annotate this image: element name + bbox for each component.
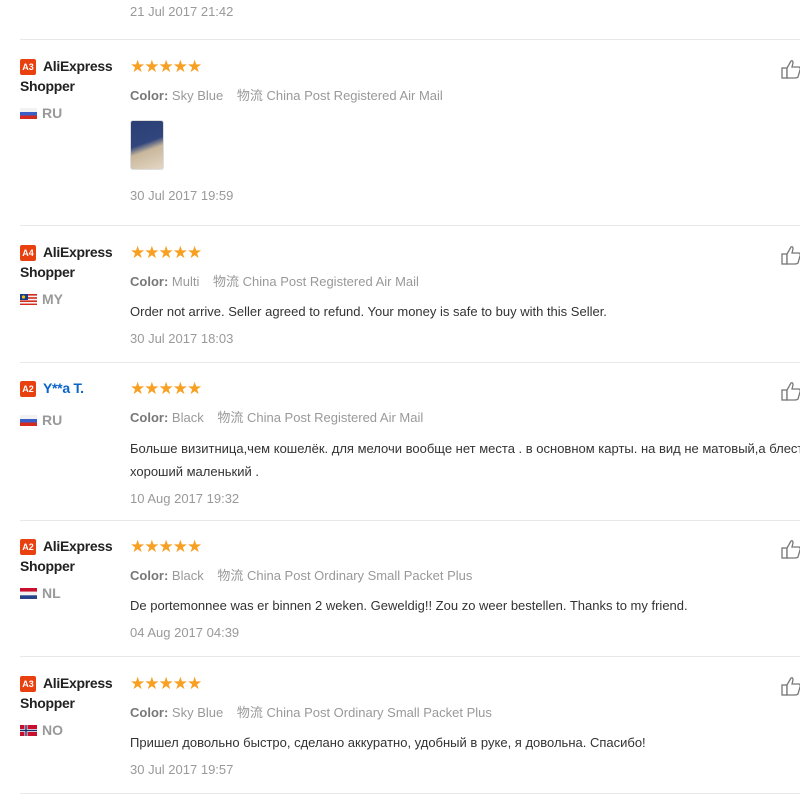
logistics-value: China Post Ordinary Small Packet Plus — [246, 568, 473, 583]
reviewer-info: A2 Y**a T. RU — [20, 380, 120, 428]
review-content: ★★★★★ Color: Black 物流 China Post Registe… — [130, 379, 800, 507]
reviewer-name-line2: Shopper — [20, 695, 75, 711]
flag-ru-icon — [20, 414, 37, 426]
country-code: RU — [42, 412, 63, 428]
color-label: Color: — [130, 705, 169, 720]
thumbs-up-icon[interactable] — [780, 538, 800, 560]
color-label: Color: — [130, 568, 169, 583]
logistics-label: 物流 — [217, 410, 244, 425]
order-info: Color: Sky Blue 物流 China Post Ordinary S… — [130, 702, 800, 721]
order-info: Color: Sky Blue 物流 China Post Registered… — [130, 85, 800, 104]
reviewer-name-line2: Shopper — [20, 558, 75, 574]
review-content: ★★★★★ Color: Black 物流 China Post Ordinar… — [130, 537, 800, 641]
color-value: Black — [171, 568, 204, 583]
star-rating: ★★★★★ — [130, 243, 202, 262]
reviewer-country: MY — [20, 291, 120, 307]
reviewer-name: AliExpress — [43, 58, 113, 74]
logistics-label: 物流 — [212, 274, 239, 289]
divider — [20, 656, 800, 657]
logistics-label: 物流 — [236, 705, 263, 720]
review-content: ★★★★★ Color: Multi 物流 China Post Registe… — [130, 243, 800, 347]
country-code: RU — [42, 105, 63, 121]
review-date: 30 Jul 2017 19:57 — [130, 762, 234, 777]
reviewer-name-line2: Shopper — [20, 78, 75, 94]
reviewer-name: AliExpress — [43, 675, 113, 691]
reviewer-name: AliExpress — [43, 538, 113, 554]
divider — [20, 39, 800, 40]
logistics-value: China Post Ordinary Small Packet Plus — [266, 705, 492, 720]
star-rating: ★★★★★ — [130, 379, 202, 398]
buyer-level-badge: A2 — [20, 539, 36, 555]
buyer-level-badge: A3 — [20, 59, 36, 75]
thumbs-up-icon[interactable] — [780, 675, 800, 697]
logistics-value: China Post Registered Air Mail — [242, 274, 419, 289]
flag-my-icon — [20, 293, 37, 305]
color-label: Color: — [130, 410, 169, 425]
reviewer-country: NO — [20, 722, 120, 738]
reviewer-info: A2 AliExpress Shopper NL — [20, 538, 120, 601]
review-text-line: хороший маленький . — [130, 464, 259, 479]
reviewer-country: NL — [20, 585, 120, 601]
previous-review-date: 21 Jul 2017 21:42 — [130, 4, 234, 19]
reviewer-info: A3 AliExpress Shopper RU — [20, 58, 120, 121]
reviewer-info: A3 AliExpress Shopper NO — [20, 675, 120, 738]
flag-nl-icon — [20, 587, 37, 599]
logistics-label: 物流 — [236, 88, 263, 103]
color-value: Multi — [171, 274, 200, 289]
logistics-label: 物流 — [217, 568, 244, 583]
review-feed: 21 Jul 2017 21:42 A3 AliExpress Shopper … — [0, 0, 800, 800]
divider — [20, 520, 800, 521]
review-date: 04 Aug 2017 04:39 — [130, 625, 240, 640]
divider — [20, 793, 800, 794]
review-photo-thumbnail[interactable] — [130, 120, 164, 170]
review-content: ★★★★★ Color: Sky Blue 物流 China Post Regi… — [130, 58, 800, 203]
buyer-level-badge: A2 — [20, 381, 36, 397]
color-label: Color: — [130, 274, 169, 289]
divider — [20, 362, 800, 363]
reviewer-name: AliExpress — [43, 244, 113, 260]
review-text: Order not arrive. Seller agreed to refun… — [130, 304, 607, 319]
review-content: ★★★★★ Color: Sky Blue 物流 China Post Ordi… — [130, 674, 800, 778]
thumbs-up-icon[interactable] — [780, 380, 800, 402]
reviewer-name[interactable]: Y**a T. — [43, 380, 84, 396]
review-text-line: Больше визитница,чем кошелёк. для мелочи… — [130, 441, 800, 456]
review-text: Пришел довольно быстро, сделано аккуратн… — [130, 735, 646, 750]
star-rating: ★★★★★ — [130, 537, 202, 556]
reviewer-info: A4 AliExpress Shopper MY — [20, 244, 120, 307]
star-rating: ★★★★★ — [130, 674, 202, 693]
color-value: Black — [171, 410, 204, 425]
color-value: Sky Blue — [171, 88, 224, 103]
divider — [20, 225, 800, 226]
order-info: Color: Black 物流 China Post Registered Ai… — [130, 407, 800, 426]
reviewer-name-line2: Shopper — [20, 264, 75, 280]
review-date: 10 Aug 2017 19:32 — [130, 491, 240, 506]
country-code: MY — [42, 291, 63, 307]
flag-no-icon — [20, 724, 37, 736]
review-text: De portemonnee was er binnen 2 weken. Ge… — [130, 598, 688, 613]
color-label: Color: — [130, 88, 169, 103]
country-code: NL — [42, 585, 61, 601]
order-info: Color: Black 物流 China Post Ordinary Smal… — [130, 565, 800, 584]
logistics-value: China Post Registered Air Mail — [246, 410, 424, 425]
reviewer-country: RU — [20, 105, 120, 121]
buyer-level-badge: A3 — [20, 676, 36, 692]
logistics-value: China Post Registered Air Mail — [266, 88, 443, 103]
thumbs-up-icon[interactable] — [780, 58, 800, 80]
flag-ru-icon — [20, 107, 37, 119]
color-value: Sky Blue — [171, 705, 224, 720]
reviewer-country: RU — [20, 412, 120, 428]
review-date: 30 Jul 2017 18:03 — [130, 331, 234, 346]
review-text: Больше визитница,чем кошелёк. для мелочи… — [130, 437, 800, 483]
country-code: NO — [42, 722, 63, 738]
thumbs-up-icon[interactable] — [780, 244, 800, 266]
star-rating: ★★★★★ — [130, 57, 202, 76]
order-info: Color: Multi 物流 China Post Registered Ai… — [130, 271, 800, 290]
review-date: 30 Jul 2017 19:59 — [130, 188, 234, 203]
buyer-level-badge: A4 — [20, 245, 36, 261]
